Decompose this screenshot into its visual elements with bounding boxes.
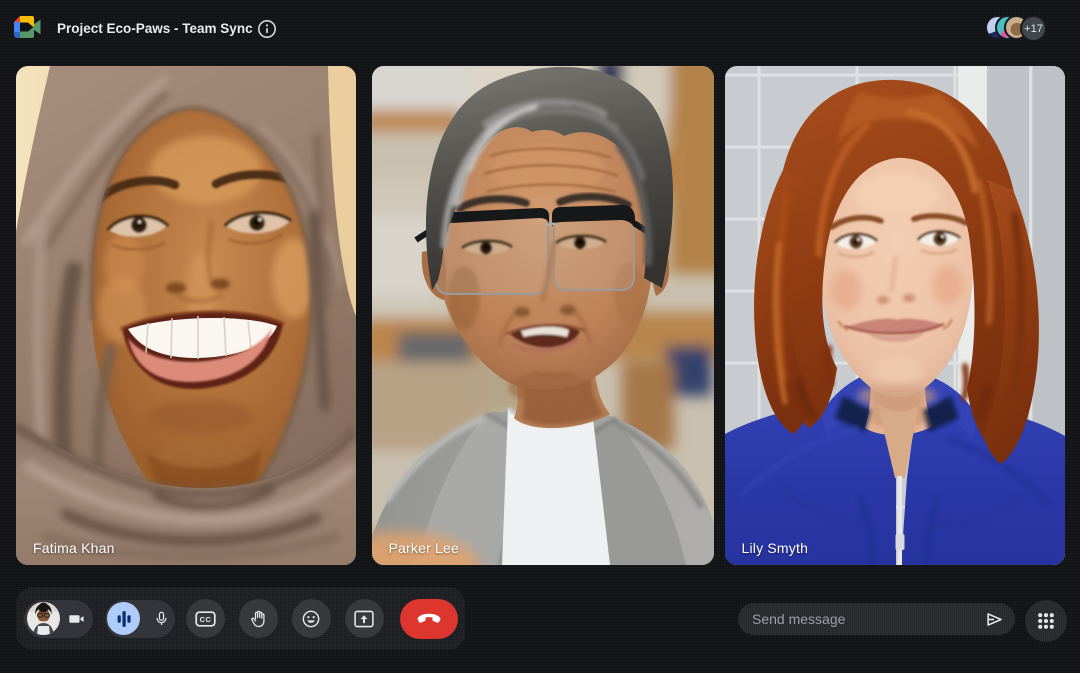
svg-text:CC: CC xyxy=(199,615,211,624)
